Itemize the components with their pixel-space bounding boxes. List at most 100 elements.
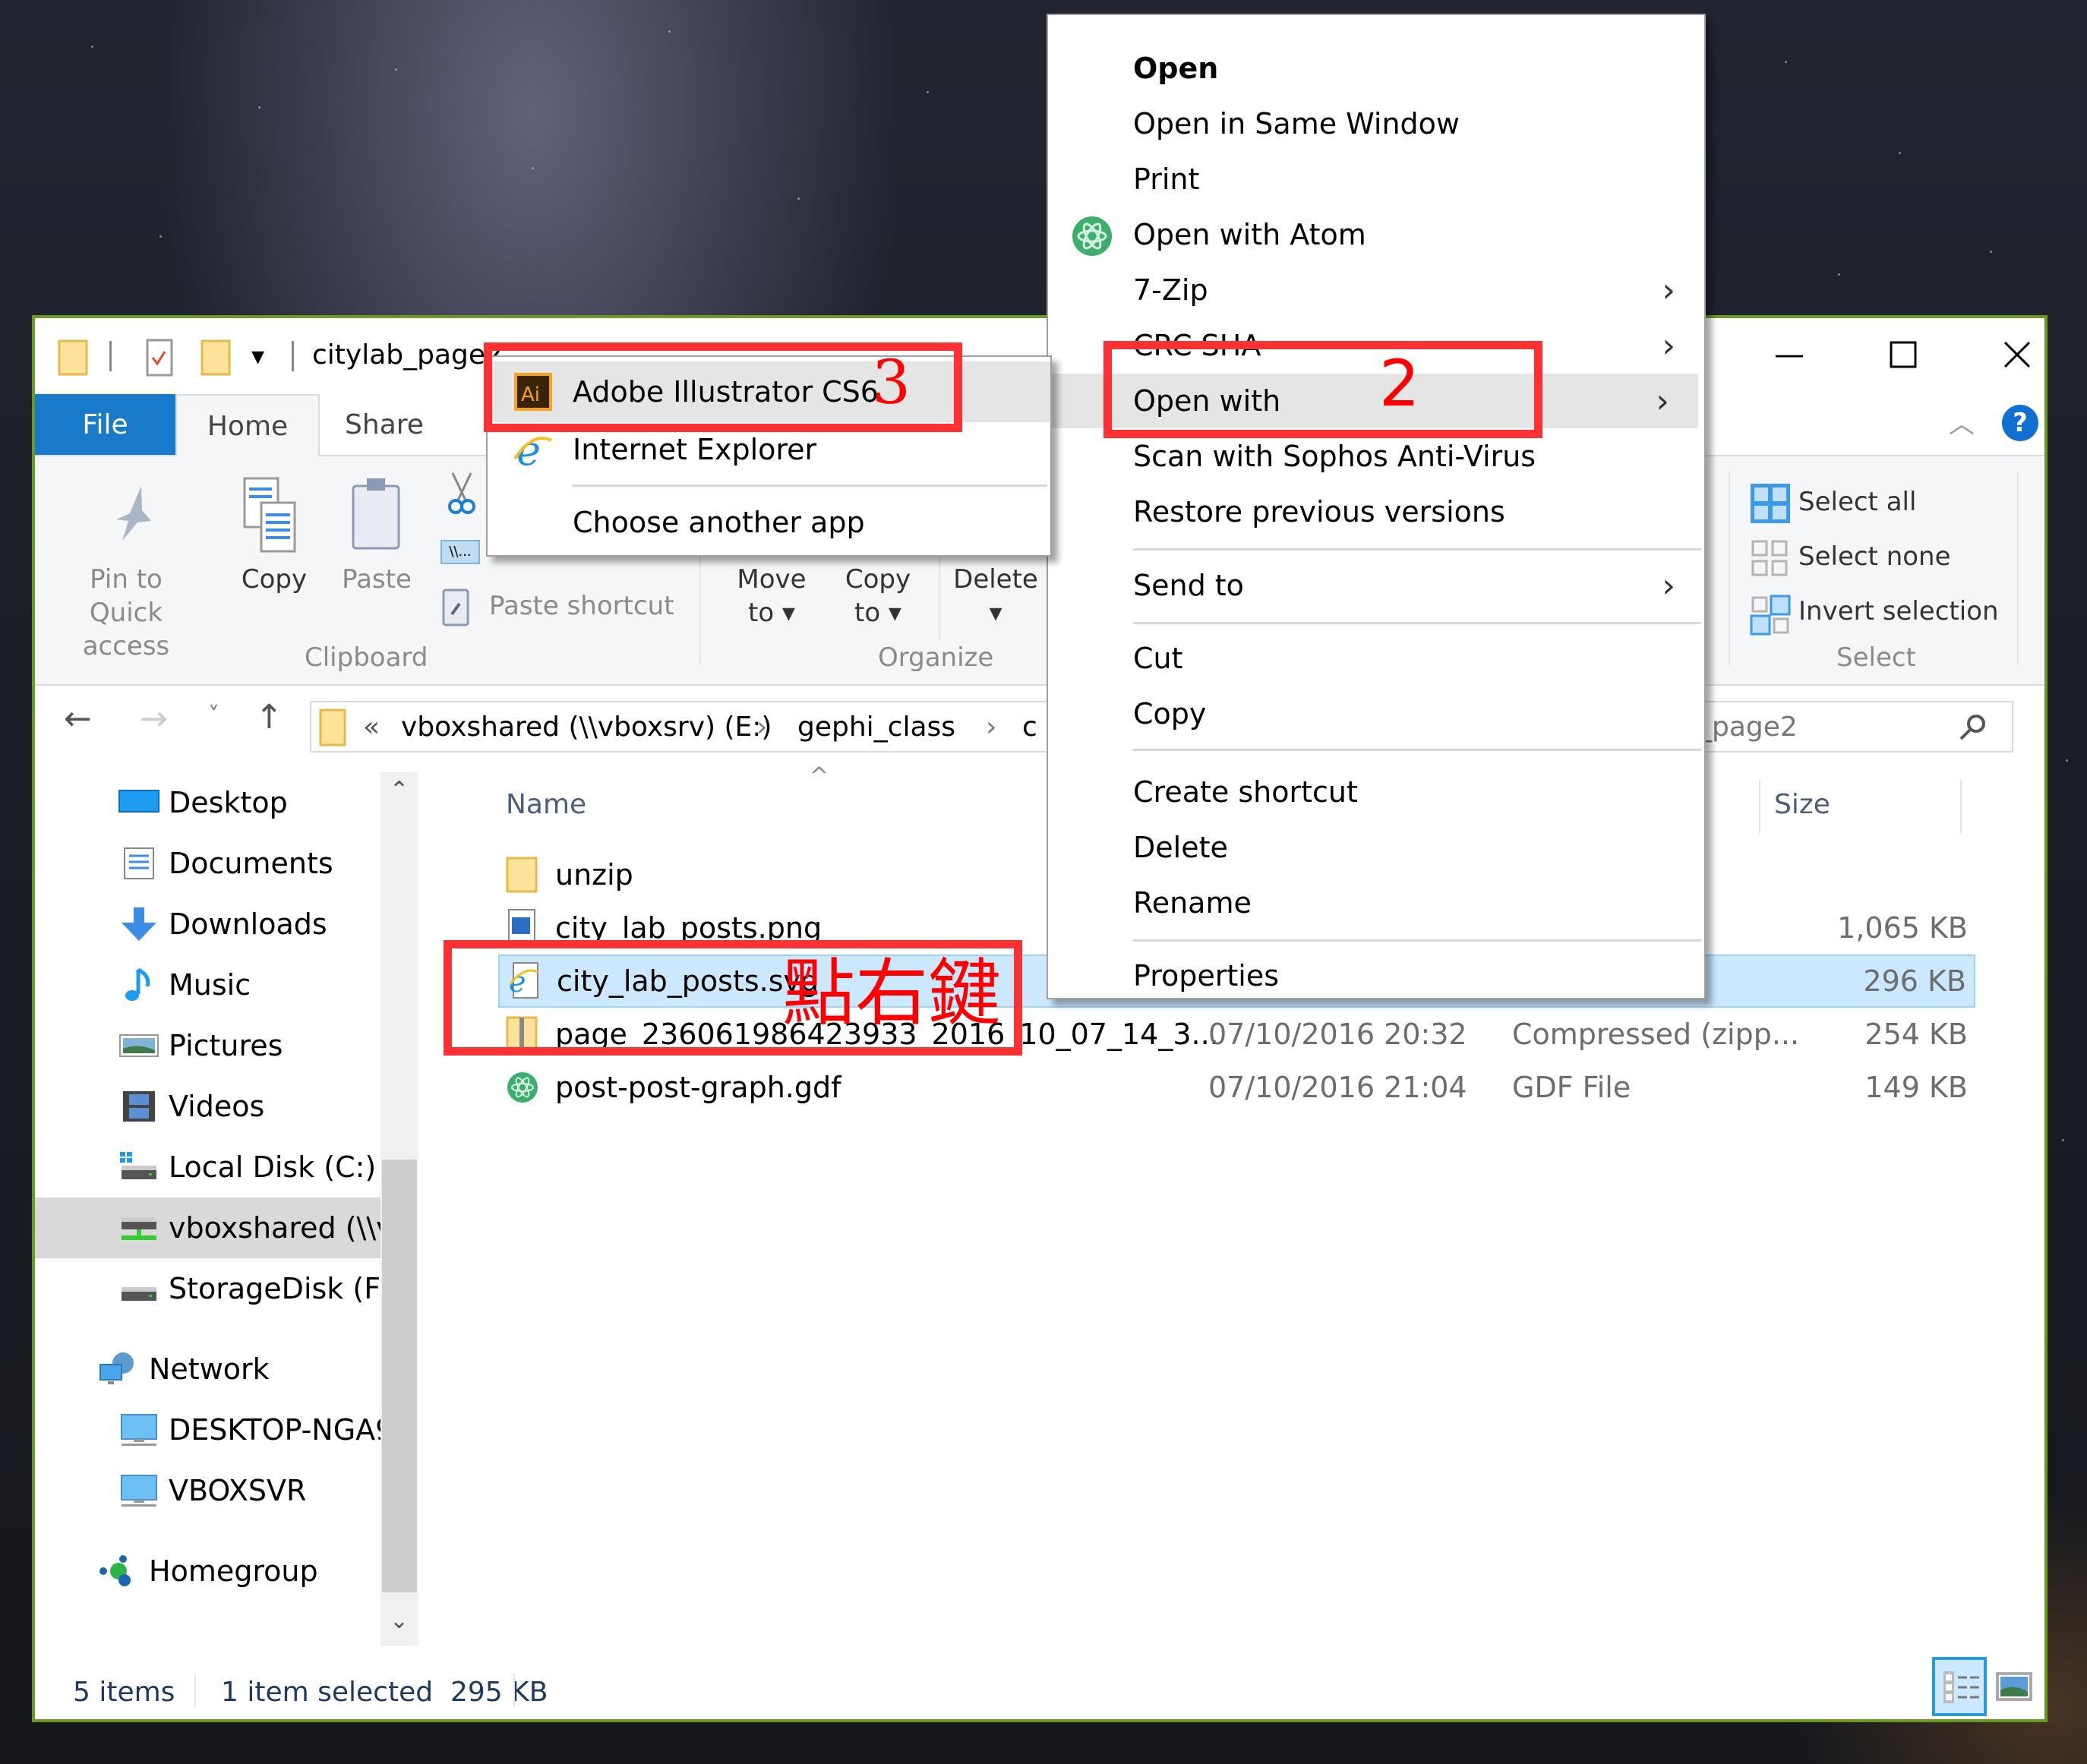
selection-info: 1 item selected 295 KB	[221, 1677, 548, 1708]
music-icon	[125, 967, 150, 1001]
pin-to-quick-access-button[interactable]: Pin to Quick access	[50, 563, 202, 663]
back-button[interactable]: ←	[64, 699, 92, 738]
breadcrumb-separator[interactable]: ›	[986, 712, 996, 743]
breadcrumb-gephi-class[interactable]: gephi_class	[797, 712, 955, 743]
annotation-step2-label: 2	[1379, 346, 1420, 421]
up-button[interactable]: ↑	[255, 698, 283, 737]
qat-separator	[292, 341, 294, 371]
select-none-button[interactable]: Select none	[1798, 540, 1951, 573]
select-none-icon	[1751, 540, 1788, 576]
scrollbar-thumb[interactable]	[382, 1160, 417, 1592]
breadcrumb-vboxshared[interactable]: vboxshared (\\vboxsrv) (E:)	[401, 712, 772, 743]
group-separator	[2017, 472, 2019, 665]
breadcrumb-overflow[interactable]: «	[363, 712, 380, 743]
menu-item-7-zip[interactable]: 7-Zip ›	[1048, 263, 1704, 317]
sidebar-item-storagedisk-f[interactable]: StorageDisk (F:)	[35, 1258, 381, 1319]
submenu-item-choose-another-app[interactable]: Choose another app	[488, 492, 1050, 553]
drive-icon	[122, 1287, 156, 1301]
copy-path-button[interactable]: \\...	[440, 540, 480, 564]
chevron-right-icon: ›	[1662, 270, 1675, 310]
breadcrumb-current[interactable]: c	[1022, 712, 1037, 743]
details-view-button[interactable]	[1932, 1657, 1987, 1716]
menu-item-print[interactable]: Print	[1048, 152, 1704, 207]
close-button[interactable]	[1972, 332, 2063, 377]
menu-item-delete[interactable]: Delete	[1048, 820, 1704, 875]
large-icons-view-icon	[2000, 1677, 2028, 1696]
sidebar-item-documents[interactable]: Documents	[35, 833, 380, 894]
sidebar-scrollbar[interactable]: ⌃ ⌄	[380, 772, 418, 1646]
menu-item-copy[interactable]: Copy	[1048, 686, 1704, 741]
sidebar-item-pictures[interactable]: Pictures	[35, 1015, 380, 1076]
menu-item-open-in-same-window[interactable]: Open in Same Window	[1048, 96, 1704, 151]
menu-item-rename[interactable]: Rename	[1048, 876, 1704, 930]
column-divider[interactable]	[1759, 780, 1760, 833]
menu-item-send-to[interactable]: Send to ›	[1048, 558, 1704, 613]
computer-icon	[121, 1475, 157, 1507]
tab-file[interactable]: File	[35, 394, 175, 455]
move-to-button[interactable]: Move to ▾	[722, 563, 821, 630]
column-header-name[interactable]: Name	[506, 772, 586, 837]
atom-file-icon	[507, 1072, 538, 1103]
status-separator	[513, 1674, 515, 1707]
search-input[interactable]: _page2	[1691, 701, 2013, 753]
sidebar-item-local-disk-c[interactable]: Local Disk (C:)	[35, 1137, 380, 1198]
menu-separator	[1133, 939, 1701, 942]
sidebar-item-vboxsvr[interactable]: VBOXSVR	[35, 1460, 380, 1521]
tab-share[interactable]: Share	[320, 394, 449, 455]
copy-button[interactable]: Copy	[232, 563, 316, 596]
sidebar-item-vboxshared[interactable]: vboxshared (\\vboxsrv) (E:)	[35, 1198, 381, 1258]
menu-item-open-with-atom[interactable]: Open with Atom	[1048, 207, 1704, 262]
close-icon	[2003, 341, 2031, 368]
window-title: citylab_page2	[312, 339, 503, 371]
invert-selection-icon	[1750, 595, 1791, 636]
sidebar-item-desktop[interactable]: Desktop	[35, 772, 380, 833]
menu-item-restore-previous-versions[interactable]: Restore previous versions	[1048, 484, 1704, 539]
group-separator	[939, 548, 940, 639]
new-folder-icon[interactable]	[200, 338, 231, 376]
scroll-up-arrow[interactable]: ⌃	[390, 777, 409, 803]
menu-item-properties[interactable]: Properties	[1048, 948, 1704, 1003]
copy-to-button[interactable]: Copy to ▾	[829, 563, 927, 630]
tab-home[interactable]: Home	[175, 394, 320, 456]
menu-separator	[1133, 548, 1701, 551]
customize-qat-dropdown[interactable]: ▾	[251, 341, 264, 371]
collapse-ribbon-icon[interactable]: ︿	[1949, 403, 1975, 440]
sidebar-item-desktop-nga9[interactable]: DESKTOP-NGA9	[35, 1400, 381, 1460]
paste-shortcut-button[interactable]: Paste shortcut	[489, 589, 674, 623]
copy-icon	[243, 477, 296, 553]
recent-locations-button[interactable]: ˅	[208, 702, 219, 729]
qat-separator	[109, 341, 112, 371]
menu-item-cut[interactable]: Cut	[1048, 631, 1704, 686]
sidebar-item-network[interactable]: Network	[35, 1339, 380, 1400]
annotation-step3-label: 3	[872, 347, 911, 418]
menu-separator	[1133, 622, 1701, 624]
annotation-step2-box	[1103, 341, 1542, 438]
pin-icon	[116, 486, 151, 541]
sidebar-item-music[interactable]: Music	[35, 955, 380, 1015]
minimize-button[interactable]: —	[1744, 332, 1835, 377]
large-icons-view-button[interactable]	[1996, 1672, 2032, 1701]
menu-item-open[interactable]: Open	[1048, 41, 1704, 96]
column-divider[interactable]	[1960, 780, 1962, 833]
breadcrumb-separator[interactable]: ›	[756, 712, 767, 743]
sidebar-item-homegroup[interactable]: Homegroup	[35, 1541, 380, 1601]
paste-icon	[352, 478, 400, 550]
navigation-pane: Desktop Documents Downloads Music Pictur…	[35, 772, 418, 1676]
properties-icon[interactable]	[145, 338, 175, 379]
delete-button[interactable]: Delete ▾	[946, 563, 1045, 630]
atom-icon	[1072, 216, 1112, 256]
sidebar-item-videos[interactable]: Videos	[35, 1076, 380, 1137]
menu-separator	[1133, 749, 1701, 751]
column-header-size[interactable]: Size	[1774, 772, 1830, 837]
paste-button[interactable]: Paste	[335, 563, 418, 596]
network-icon	[99, 1352, 134, 1384]
menu-item-create-shortcut[interactable]: Create shortcut	[1048, 765, 1704, 819]
scroll-down-arrow[interactable]: ⌄	[390, 1608, 409, 1634]
invert-selection-button[interactable]: Invert selection	[1798, 595, 1999, 628]
file-row[interactable]: post-post-graph.gdf 07/10/2016 21:04 GDF…	[498, 1061, 1975, 1114]
select-all-button[interactable]: Select all	[1798, 485, 1916, 519]
sidebar-item-downloads[interactable]: Downloads	[35, 894, 380, 955]
forward-button[interactable]: →	[140, 699, 168, 738]
maximize-button[interactable]	[1858, 332, 1949, 377]
help-button[interactable]: ?	[2002, 405, 2038, 441]
